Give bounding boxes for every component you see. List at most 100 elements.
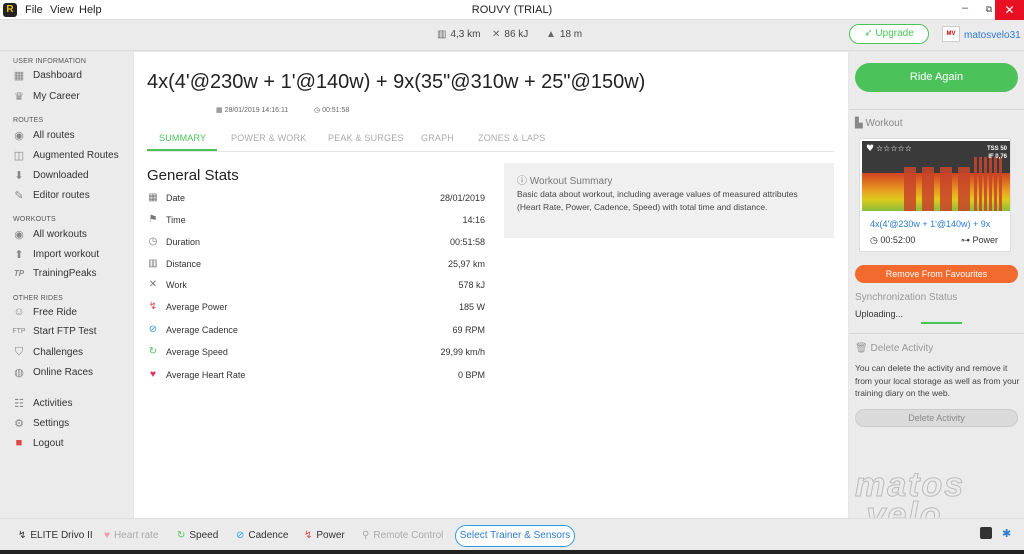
mountain-icon: ▲ — [546, 29, 556, 40]
minimize-button[interactable]: – — [958, 2, 972, 18]
heart-rate-sensor[interactable]: ♥ Heart rate — [104, 530, 158, 541]
datetime-value: 28/01/2019 14:16:11 — [224, 107, 289, 114]
elevation-value: 18 m — [559, 29, 583, 40]
workout-card-name[interactable]: 4x(4'@230w + 1'@140w) + 9x — [870, 219, 1008, 229]
trash-icon: 🗑 — [855, 343, 871, 354]
delete-activity-button[interactable]: Delete Activity — [855, 409, 1018, 427]
ftp-icon: FTP — [12, 328, 26, 335]
stat-row-avg-cadence: ⊘ Average Cadence 69 RPM — [147, 324, 485, 344]
sidebar-item-challenges[interactable]: ⛉ Challenges — [12, 346, 83, 359]
select-trainer-button[interactable]: Select Trainer & Sensors — [455, 525, 575, 547]
tab-power-work[interactable]: POWER & WORK — [231, 133, 306, 143]
sidebar-item-trainingpeaks[interactable]: TP TrainingPeaks — [12, 268, 97, 279]
workout-heading-text: Workout — [865, 118, 903, 129]
sidebar-item-ftp-test[interactable]: FTP Start FTP Test — [12, 326, 97, 337]
speed-icon: ↻ — [148, 346, 158, 357]
heart-icon: ♥ — [104, 530, 110, 541]
ride-again-button[interactable]: Ride Again — [855, 63, 1018, 92]
bluetooth-icon[interactable]: ✱ — [1002, 527, 1011, 540]
title-bar: R File View Help ROUVY (TRIAL) – ⧉ ✕ — [0, 0, 1024, 20]
upgrade-button[interactable]: ➶ Upgrade — [849, 24, 929, 44]
stat-label: Distance — [166, 259, 202, 269]
stat-row-duration: ◷ Duration 00:51:58 — [147, 236, 485, 256]
trainer-label: ELITE Drivo II — [30, 530, 93, 541]
workout-card-type: ⊶ Power — [961, 235, 998, 246]
sidebar-item-dashboard[interactable]: ▦ Dashboard — [12, 69, 82, 82]
sensors-bar: ↯ ELITE Drivo II ♥ Heart rate ↻ Speed ⊘ Cade… — [0, 518, 1024, 554]
binoculars-icon: ▥ — [437, 29, 447, 40]
sidebar-item-settings[interactable]: ⚙ Settings — [12, 417, 69, 430]
sidebar-item-activities[interactable]: ☷ Activities — [12, 397, 72, 410]
delete-activity-text: You can delete the activity and remove i… — [855, 363, 1020, 398]
cadence-icon: ⊘ — [148, 324, 158, 335]
sidebar-item-import-workout[interactable]: ⬆ Import workout — [12, 248, 99, 261]
tab-graph[interactable]: GRAPH — [421, 133, 454, 143]
heart-icon: ♥ — [866, 144, 874, 154]
cadence-sensor[interactable]: ⊘ Cadence — [236, 530, 288, 541]
stat-row-date: ▦ Date 28/01/2019 — [147, 192, 485, 212]
remove-favourites-button[interactable]: Remove From Favourites — [855, 265, 1018, 283]
stat-label: Work — [166, 280, 187, 290]
datetime-meta: ▦ 28/01/2019 14:16:11 — [216, 106, 288, 114]
workout-heading: ▙ Workout — [855, 118, 903, 129]
tray-app-icon[interactable] — [980, 527, 992, 539]
sidebar-item-label: Free Ride — [33, 306, 77, 318]
heart-rate-label: Heart rate — [113, 530, 159, 541]
sidebar-item-logout[interactable]: ■ Logout — [12, 437, 64, 449]
stat-value: 29,99 km/h — [440, 347, 485, 357]
lock-icon: ■ — [15, 437, 23, 449]
sidebar-item-label: All routes — [33, 130, 75, 141]
stat-row-avg-heart-rate: ♥ Average Heart Rate 0 BPM — [147, 369, 485, 389]
stat-value: 14:16 — [462, 215, 485, 225]
workout-card[interactable]: ♥ ☆☆☆☆☆ TSS 50 IF 0,76 4x(4'@230w + 1'@1… — [859, 138, 1011, 252]
sidebar-item-free-ride[interactable]: ☺ Free Ride — [12, 306, 77, 318]
remote-icon: ⚲ — [362, 530, 370, 541]
tab-divider — [147, 151, 834, 152]
sync-status-value: Uploading... — [855, 309, 904, 319]
trainer-status[interactable]: ↯ ELITE Drivo II — [18, 530, 93, 541]
rating-stars[interactable]: ☆☆☆☆☆ — [876, 144, 912, 153]
sidebar-item-label: Editor routes — [33, 190, 90, 201]
avatar[interactable]: MV — [942, 26, 960, 42]
heart-icon: ♥ — [150, 369, 156, 380]
sidebar-item-label: All workouts — [33, 229, 87, 240]
restore-button[interactable]: ⧉ — [982, 4, 996, 20]
ar-icon: ◫ — [13, 150, 25, 162]
workout-card-duration: ◷ 00:52:00 — [870, 235, 915, 246]
calendar-icon: ▦ — [148, 192, 158, 203]
taskbar-strip — [0, 550, 1024, 554]
sidebar-item-label: Logout — [33, 437, 64, 449]
sidebar-item-online-races[interactable]: ◍ Online Races — [12, 366, 93, 379]
cadence-label: Cadence — [248, 530, 289, 541]
speed-sensor[interactable]: ↻ Speed — [177, 530, 218, 541]
workout-summary-heading: ⓘ Workout Summary — [517, 172, 612, 187]
tss-label: TSS 50 — [987, 146, 1008, 152]
bar-chart-icon: ▙ — [855, 118, 866, 129]
sidebar-item-all-routes[interactable]: ◉ All routes — [12, 129, 75, 142]
stat-label: Average Power — [166, 302, 228, 312]
sidebar-item-downloaded[interactable]: ⬇ Downloaded — [12, 169, 88, 182]
trainingpeaks-icon: TP — [13, 269, 25, 278]
clock-icon: ◷ — [870, 235, 881, 245]
sidebar-item-career[interactable]: ♛ My Career — [12, 90, 80, 103]
section-other-rides: OTHER RIDES — [13, 295, 64, 302]
remote-control[interactable]: ⚲ Remote Control — [362, 530, 443, 541]
page-title: 4x(4'@230w + 1'@140w) + 9x(35"@310w + 25… — [147, 71, 646, 93]
close-button[interactable]: ✕ — [995, 0, 1024, 20]
sidebar-item-augmented-routes[interactable]: ◫ Augmented Routes — [12, 149, 119, 162]
tab-summary[interactable]: SUMMARY — [159, 133, 206, 143]
stat-value: 185 W — [458, 302, 485, 312]
sidebar-item-label: Online Races — [33, 367, 94, 378]
tab-zones-laps[interactable]: ZONES & LAPS — [478, 133, 545, 143]
duration-value: 00:51:58 — [322, 107, 350, 114]
username[interactable]: matosvelo31 — [964, 30, 1021, 41]
sidebar-item-editor-routes[interactable]: ✎ Editor routes — [12, 189, 90, 202]
calendar-icon: ▦ — [216, 107, 225, 114]
shield-icon: ⛉ — [14, 346, 24, 358]
sidebar-item-label: Start FTP Test — [33, 326, 97, 337]
sidebar-item-label: Settings — [33, 418, 70, 429]
power-sensor[interactable]: ↯ Power — [304, 530, 345, 541]
tab-peak-surges[interactable]: PEAK & SURGES — [328, 133, 404, 143]
tools-icon: ✕ — [148, 279, 158, 290]
sidebar-item-all-workouts[interactable]: ◉ All workouts — [12, 228, 87, 241]
